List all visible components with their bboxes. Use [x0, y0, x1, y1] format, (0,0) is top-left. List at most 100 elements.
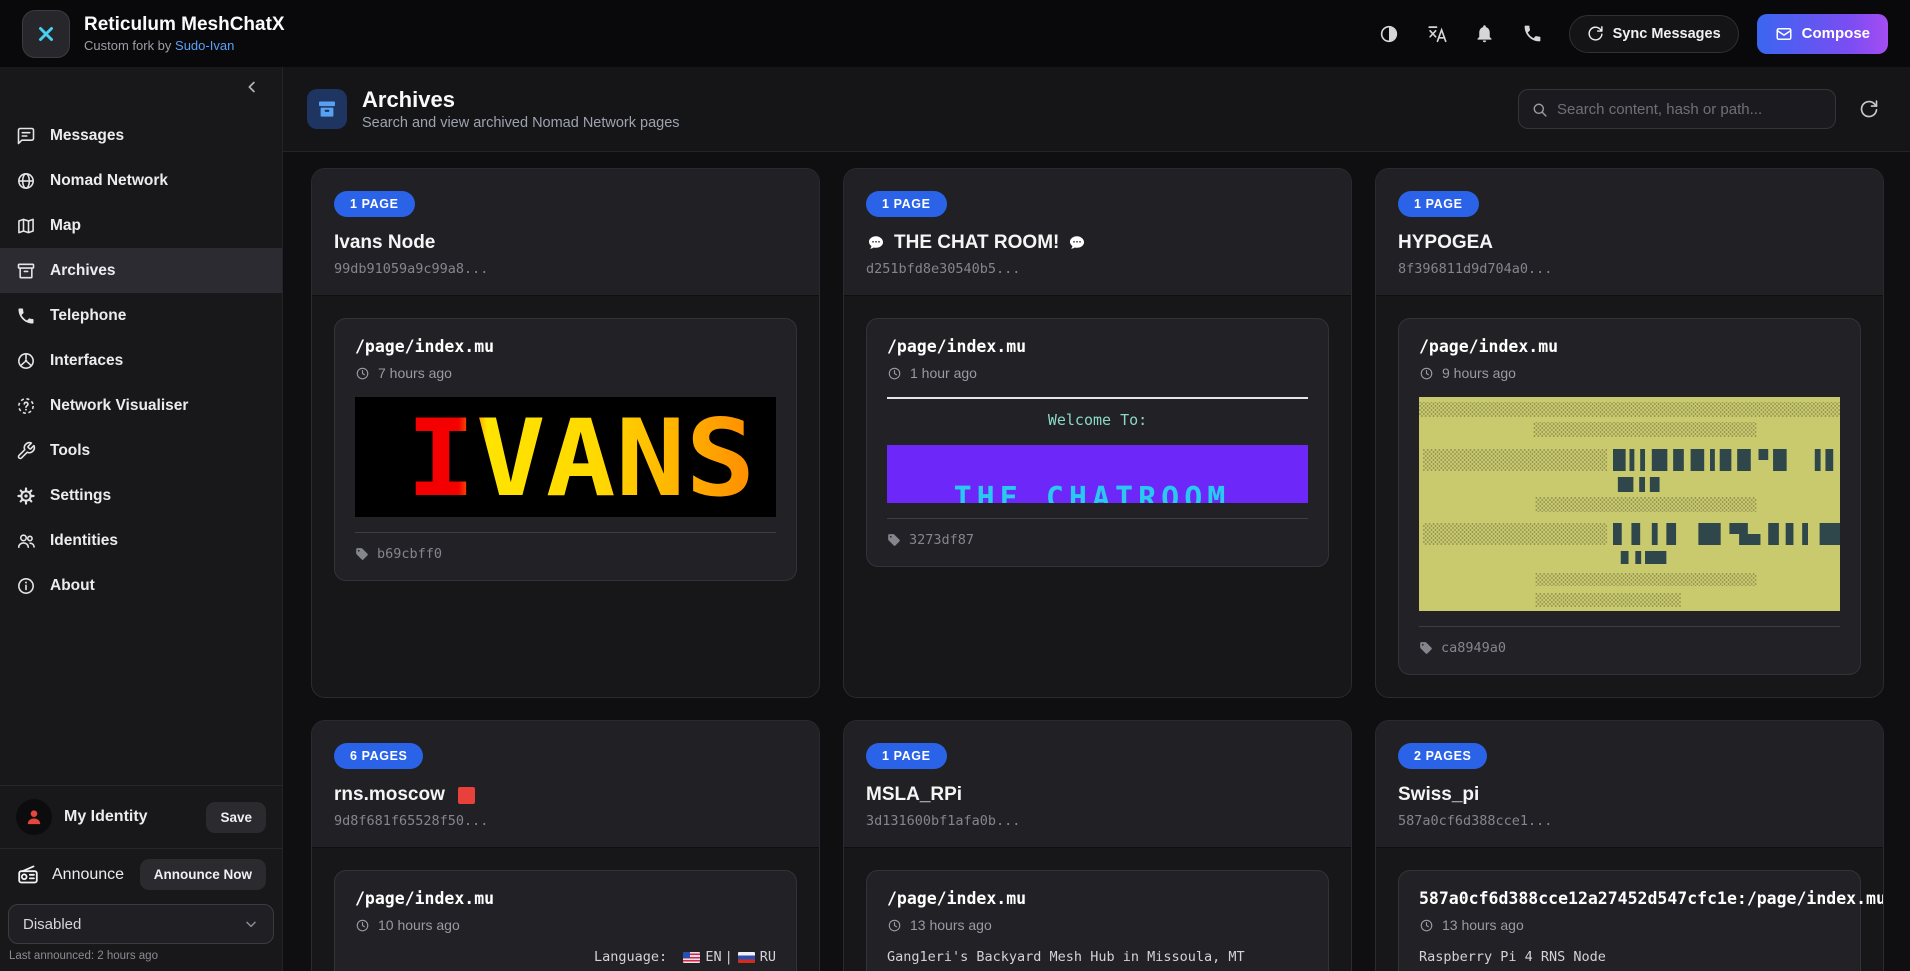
announce-mode-select[interactable]: Disabled — [8, 904, 274, 944]
sidebar-item-label: Nomad Network — [50, 172, 168, 190]
page-preview-card[interactable]: /page/index.mu 1 hour ago Welcome To: TH… — [866, 318, 1329, 567]
archive-card-swiss-pi[interactable]: 2 PAGES Swiss_pi 587a0cf6d388cce1... 587… — [1375, 720, 1884, 971]
sidebar-item-label: Tools — [50, 442, 90, 460]
telephone-button[interactable] — [1513, 14, 1553, 54]
page-path: /page/index.mu — [1419, 337, 1840, 356]
users-icon — [16, 531, 36, 551]
top-actions: Sync Messages Compose — [1369, 14, 1888, 54]
preview-heading: Welcome To: — [887, 411, 1308, 429]
tag-icon — [887, 533, 901, 547]
identity-avatar[interactable] — [16, 799, 52, 835]
identity-label: My Identity — [64, 808, 194, 826]
archive-card-rns-moscow[interactable]: 6 PAGES rns.moscow 9d8f681f65528f50... /… — [311, 720, 820, 971]
author-link[interactable]: Sudo-Ivan — [175, 38, 234, 53]
archive-card-chat-room[interactable]: 1 PAGE THE CHAT ROOM! d251bfd8e30540b5..… — [843, 168, 1352, 698]
sidebar-collapse-button[interactable] — [238, 73, 266, 101]
person-icon — [23, 806, 45, 828]
page-preview-text: Language: EN|RU Welcome to rns.moscownod… — [355, 949, 776, 971]
card-hash: 9d8f681f65528f50... — [334, 813, 797, 829]
sidebar-identity-panel: My Identity Save Announce Announce Now D… — [0, 785, 282, 971]
sync-icon — [1587, 25, 1604, 42]
page-tag: 3273df87 — [887, 519, 1308, 548]
sidebar-item-about[interactable]: About — [0, 563, 282, 608]
archive-card-ivans-node[interactable]: 1 PAGE Ivans Node 99db91059a9c99a8... /p… — [311, 168, 820, 698]
page-preview-art: IVANS — [355, 397, 776, 517]
page-time: 9 hours ago — [1419, 365, 1840, 381]
announce-mode-value: Disabled — [23, 916, 81, 933]
sync-messages-label: Sync Messages — [1613, 26, 1721, 42]
page-preview-card[interactable]: /page/index.mu 10 hours ago Language: EN… — [334, 870, 797, 971]
page-count-badge: 2 PAGES — [1398, 743, 1487, 769]
ru-flag-icon — [738, 952, 755, 963]
bell-icon — [1474, 23, 1495, 44]
page-subtitle: Search and view archived Nomad Network p… — [362, 115, 680, 131]
archive-card-hypogea[interactable]: 1 PAGE HYPOGEA 8f396811d9d704a0... /page… — [1375, 168, 1884, 698]
announce-now-button[interactable]: Announce Now — [140, 859, 266, 890]
sidebar-item-telephone[interactable]: Telephone — [0, 293, 282, 338]
card-title: Ivans Node — [334, 232, 797, 254]
banner-text: THE CHATROOM — [954, 481, 1231, 503]
app-brand: Reticulum MeshChatX Custom fork by Sudo-… — [22, 10, 285, 58]
sidebar-item-messages[interactable]: Messages — [0, 113, 282, 158]
map-icon — [16, 216, 36, 236]
card-title: Swiss_pi — [1398, 784, 1861, 806]
language-line: Language: EN|RU — [355, 949, 776, 965]
card-hash: 3d131600bf1afa0b... — [866, 813, 1329, 829]
page-header-titles: Archives Search and view archived Nomad … — [362, 87, 680, 131]
page-title: Archives — [362, 87, 680, 112]
app-subtitle: Custom fork by Sudo-Ivan — [84, 38, 285, 53]
announce-label: Announce — [52, 866, 128, 884]
gear-icon — [16, 486, 36, 506]
refresh-button[interactable] — [1852, 92, 1886, 126]
page-time: 10 hours ago — [355, 917, 776, 933]
page-time: 13 hours ago — [887, 917, 1308, 933]
last-announced-text: Last announced: 2 hours ago — [0, 944, 282, 971]
page-preview-card[interactable]: /page/index.mu 13 hours ago Gang1eri's B… — [866, 870, 1329, 971]
compose-label: Compose — [1802, 25, 1870, 42]
phone-icon — [16, 306, 36, 326]
main-area: Archives Search and view archived Nomad … — [283, 67, 1910, 971]
page-count-badge: 1 PAGE — [1398, 191, 1479, 217]
save-identity-button[interactable]: Save — [206, 802, 266, 833]
page-time: 1 hour ago — [887, 365, 1308, 381]
sidebar-nav: Messages Nomad Network Map Archives Tele… — [0, 107, 282, 785]
app-subtitle-prefix: Custom fork by — [84, 38, 175, 53]
sidebar-item-tools[interactable]: Tools — [0, 428, 282, 473]
page-path: 587a0cf6d388cce12a27452d547cfc1e:/page/i… — [1419, 889, 1840, 908]
sidebar-item-network-visualiser[interactable]: Network Visualiser — [0, 383, 282, 428]
page-time: 7 hours ago — [355, 365, 776, 381]
radio-icon — [16, 863, 40, 887]
theme-toggle-button[interactable] — [1369, 14, 1409, 54]
page-preview-card[interactable]: /page/index.mu 7 hours ago — [334, 318, 797, 581]
search-input[interactable] — [1557, 101, 1823, 118]
wrench-icon — [16, 441, 36, 461]
message-icon — [16, 126, 36, 146]
page-preview-card[interactable]: /page/index.mu 9 hours ago — [1398, 318, 1861, 675]
chevron-down-icon — [243, 916, 259, 932]
sidebar-item-settings[interactable]: Settings — [0, 473, 282, 518]
sidebar-item-identities[interactable]: Identities — [0, 518, 282, 563]
archives-content: 1 PAGE Ivans Node 99db91059a9c99a8... /p… — [283, 152, 1910, 971]
compose-button[interactable]: Compose — [1757, 14, 1888, 54]
sidebar-item-map[interactable]: Map — [0, 203, 282, 248]
info-icon — [16, 576, 36, 596]
page-count-badge: 6 PAGES — [334, 743, 423, 769]
page-count-badge: 1 PAGE — [866, 191, 947, 217]
top-bar: Reticulum MeshChatX Custom fork by Sudo-… — [0, 0, 1910, 67]
sync-messages-button[interactable]: Sync Messages — [1569, 15, 1739, 53]
archive-card-msla-rpi[interactable]: 1 PAGE MSLA_RPi 3d131600bf1afa0b... /pag… — [843, 720, 1352, 971]
preview-rule — [887, 397, 1308, 399]
app-titles: Reticulum MeshChatX Custom fork by Sudo-… — [84, 14, 285, 54]
card-hash: 99db91059a9c99a8... — [334, 261, 797, 277]
page-path: /page/index.mu — [887, 889, 1308, 908]
notifications-button[interactable] — [1465, 14, 1505, 54]
sidebar-item-interfaces[interactable]: Interfaces — [0, 338, 282, 383]
app-logo[interactable] — [22, 10, 70, 58]
page-count-badge: 1 PAGE — [334, 191, 415, 217]
translate-button[interactable] — [1417, 14, 1457, 54]
sidebar-item-archives[interactable]: Archives — [0, 248, 282, 293]
sidebar-item-label: Network Visualiser — [50, 397, 188, 415]
page-preview-card[interactable]: 587a0cf6d388cce12a27452d547cfc1e:/page/i… — [1398, 870, 1861, 971]
tag-icon — [1419, 641, 1433, 655]
sidebar-item-nomad-network[interactable]: Nomad Network — [0, 158, 282, 203]
